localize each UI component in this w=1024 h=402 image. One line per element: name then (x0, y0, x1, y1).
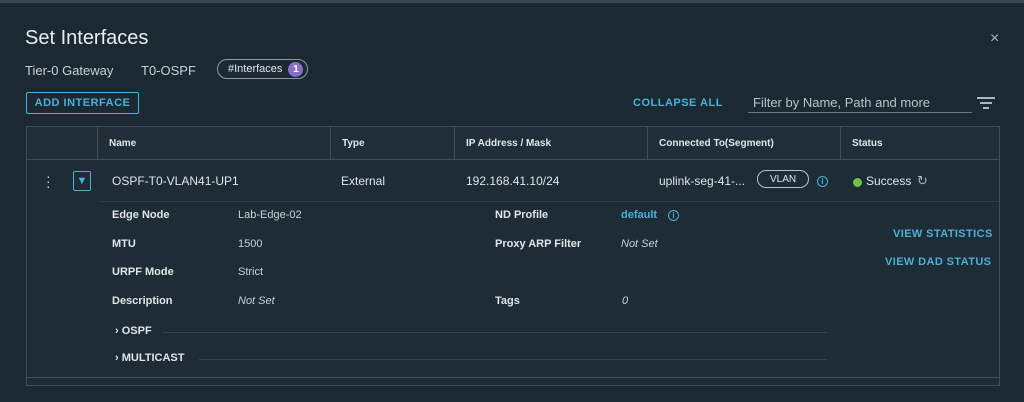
proxy-arp-label: Proxy ARP Filter (495, 238, 582, 250)
column-header-ip[interactable]: IP Address / Mask (454, 127, 647, 160)
column-header-status[interactable]: Status (840, 127, 999, 160)
view-statistics-link[interactable]: VIEW STATISTICS (893, 228, 993, 240)
top-border (0, 0, 1024, 3)
dialog-title: Set Interfaces (25, 27, 149, 49)
interfaces-grid: Name Type IP Address / Mask Connected To… (26, 126, 1000, 386)
edge-node-label: Edge Node (112, 209, 170, 221)
row-separator (99, 201, 999, 202)
multicast-section-label: MULTICAST (121, 352, 185, 364)
ospf-section-toggle[interactable]: › OSPF (115, 325, 152, 337)
proxy-arp-value: Not Set (621, 238, 658, 250)
view-dad-status-link[interactable]: VIEW DAD STATUS (885, 256, 991, 268)
chevron-right-icon: › (115, 352, 122, 364)
grid-header: Name Type IP Address / Mask Connected To… (27, 127, 999, 160)
gateway-name: T0-OSPF (141, 63, 196, 78)
row-type: External (341, 174, 386, 188)
gateway-type: Tier-0 Gateway (25, 63, 114, 78)
description-label: Description (112, 295, 173, 307)
pill-label: #Interfaces (228, 63, 283, 75)
pill-count: 1 (288, 61, 304, 77)
add-interface-button[interactable]: ADD INTERFACE (26, 92, 139, 114)
filter-icon[interactable] (977, 97, 995, 112)
column-header-type[interactable]: Type (330, 127, 454, 160)
edge-node-value: Lab-Edge-02 (238, 209, 302, 221)
refresh-icon[interactable]: ↻ (917, 173, 928, 189)
collapse-all-button[interactable]: COLLAPSE ALL (633, 97, 723, 109)
mtu-value: 1500 (238, 238, 263, 250)
row-ip: 192.168.41.10/24 (466, 174, 560, 188)
ospf-divider (163, 332, 827, 333)
nd-profile-label: ND Profile (495, 209, 549, 221)
multicast-divider (199, 359, 827, 360)
close-icon[interactable]: × (990, 30, 999, 48)
ospf-section-label: OSPF (121, 325, 152, 337)
urpf-label: URPF Mode (112, 266, 174, 278)
row-actions-icon[interactable]: · · · (46, 169, 51, 193)
column-header-name[interactable]: Name (97, 127, 330, 160)
multicast-section-toggle[interactable]: › MULTICAST (115, 352, 184, 364)
column-header-segment[interactable]: Connected To(Segment) (647, 127, 840, 160)
nd-profile-link[interactable]: default (621, 209, 657, 221)
nd-profile-info-icon[interactable]: i (668, 210, 679, 221)
tags-value[interactable]: 0 (622, 295, 628, 307)
row-status: Success (866, 174, 912, 188)
segment-vlan-badge: VLAN (757, 170, 810, 188)
chevron-right-icon: › (115, 325, 122, 337)
row-segment[interactable]: uplink-seg-41-... (659, 174, 745, 188)
segment-info-icon[interactable]: i (817, 176, 828, 187)
filter-input[interactable]: Filter by Name, Path and more (748, 91, 972, 113)
chevron-down-icon[interactable]: ▼ (73, 171, 91, 191)
tags-label: Tags (495, 295, 520, 307)
status-success-icon (853, 178, 862, 187)
grid-footer-separator (27, 377, 999, 378)
urpf-value: Strict (238, 266, 264, 278)
description-value: Not Set (238, 295, 275, 307)
interfaces-pill: #Interfaces 1 (217, 59, 309, 79)
mtu-label: MTU (112, 238, 136, 250)
row-name: OSPF-T0-VLAN41-UP1 (112, 174, 239, 188)
